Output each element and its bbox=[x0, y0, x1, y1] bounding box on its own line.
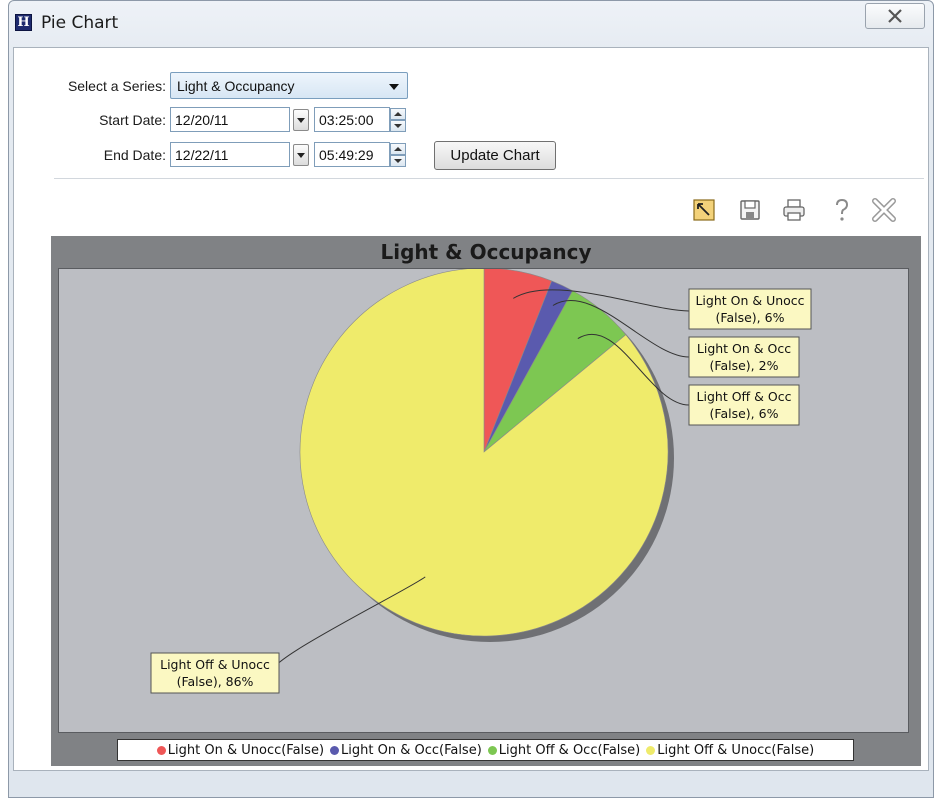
end-time-value: 05:49:29 bbox=[319, 147, 374, 163]
update-chart-button[interactable]: Update Chart bbox=[434, 141, 556, 170]
legend-label: Light On & Occ(False) bbox=[341, 742, 482, 758]
spin-down-icon[interactable] bbox=[390, 155, 406, 167]
print-icon bbox=[783, 199, 805, 221]
series-select[interactable]: Light & Occupancy bbox=[170, 72, 408, 99]
end-time-spinner[interactable] bbox=[390, 143, 406, 167]
legend-item: Light On & Occ(False) bbox=[330, 743, 482, 758]
slice-label-text: (False), 6% bbox=[710, 406, 779, 421]
chart-panel: Light & Occupancy Light On & Unocc (False… bbox=[51, 236, 921, 766]
chevron-down-icon bbox=[389, 84, 399, 90]
start-date-picker-button[interactable] bbox=[293, 109, 309, 131]
window-close-button[interactable] bbox=[865, 3, 925, 29]
end-date-value: 12/22/11 bbox=[175, 147, 229, 163]
legend-dot bbox=[330, 745, 340, 755]
spin-down-icon[interactable] bbox=[390, 120, 406, 132]
save-button[interactable] bbox=[736, 196, 764, 224]
slice-label-text: Light On & Unocc bbox=[695, 293, 804, 308]
legend-label: Light Off & Unocc(False) bbox=[657, 742, 815, 758]
legend-dot bbox=[156, 745, 166, 755]
end-time-field[interactable]: 05:49:29 bbox=[314, 142, 390, 167]
spin-up-icon[interactable] bbox=[390, 108, 406, 120]
zoom-icon bbox=[693, 199, 715, 221]
legend-dot bbox=[646, 745, 656, 755]
end-date-picker-button[interactable] bbox=[293, 144, 309, 166]
pie-chart-window: H Pie Chart Select a Series: Light & Occ… bbox=[8, 0, 934, 798]
slice-label-text: Light Off & Unocc bbox=[160, 657, 270, 672]
title-bar: H Pie Chart bbox=[9, 1, 933, 47]
legend-label: Light On & Unocc(False) bbox=[167, 742, 325, 758]
print-button[interactable] bbox=[780, 196, 808, 224]
start-time-value: 03:25:00 bbox=[319, 112, 374, 128]
series-select-value: Light & Occupancy bbox=[177, 78, 295, 94]
pie-chart: Light On & Unocc (False), 6% Light On & Oc… bbox=[150, 267, 812, 694]
legend-item: Light On & Unocc(False) bbox=[156, 742, 325, 758]
chart-legend: Light On & Unocc(False) Light On & Occ(F… bbox=[117, 739, 854, 761]
chart-title: Light & Occupancy bbox=[380, 240, 592, 264]
start-time-spinner[interactable] bbox=[390, 108, 406, 132]
slice-label-text: (False), 6% bbox=[716, 310, 785, 325]
legend-label: Light Off & Occ(False) bbox=[498, 742, 641, 758]
dialog-content: Select a Series: Light & Occupancy Start… bbox=[13, 47, 929, 771]
end-date-label: End Date: bbox=[103, 147, 166, 163]
close-icon bbox=[888, 9, 902, 23]
app-icon: H bbox=[15, 14, 32, 31]
spin-up-icon[interactable] bbox=[390, 143, 406, 155]
slice-label-text: (False), 86% bbox=[177, 674, 254, 689]
legend-item: Light Off & Occ(False) bbox=[487, 742, 641, 758]
start-time-field[interactable]: 03:25:00 bbox=[314, 107, 390, 132]
slice-label-text: Light Off & Occ bbox=[697, 389, 792, 404]
plot-area: Light On & Unocc (False), 6% Light On & Oc… bbox=[58, 267, 909, 733]
help-button[interactable] bbox=[828, 196, 856, 224]
series-label: Select a Series: bbox=[67, 78, 166, 94]
close-chart-icon bbox=[872, 198, 896, 222]
end-date-field[interactable]: 12/22/11 bbox=[170, 142, 290, 167]
start-date-field[interactable]: 12/20/11 bbox=[170, 107, 290, 132]
legend-item: Light Off & Unocc(False) bbox=[646, 743, 814, 758]
legend-dot bbox=[487, 745, 497, 755]
close-chart-button[interactable] bbox=[870, 196, 898, 224]
slice-label-text: Light On & Occ bbox=[697, 341, 791, 356]
zoom-button[interactable] bbox=[690, 196, 718, 224]
slice-label-text: (False), 2% bbox=[710, 358, 779, 373]
separator bbox=[54, 178, 924, 179]
save-icon bbox=[740, 200, 760, 220]
start-date-value: 12/20/11 bbox=[175, 112, 229, 128]
start-date-label: Start Date: bbox=[99, 112, 166, 128]
help-icon bbox=[836, 198, 849, 221]
window-title: Pie Chart bbox=[41, 13, 119, 33]
